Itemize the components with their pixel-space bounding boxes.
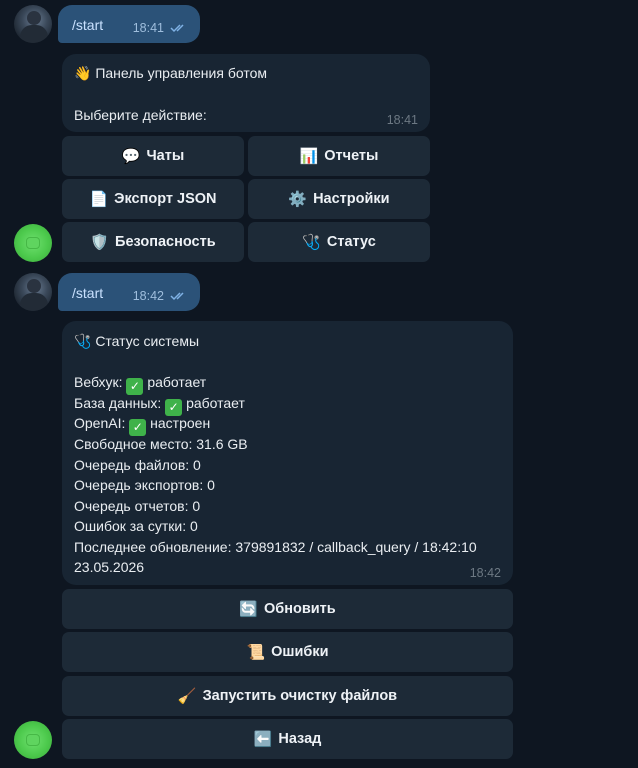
outgoing-message[interactable]: /start 18:42 xyxy=(58,273,200,311)
database-label: База данных: xyxy=(74,395,162,411)
cleanup-files-button[interactable]: 🧹 Запустить очистку файлов xyxy=(62,676,513,716)
database-row: База данных: ✓ работает xyxy=(74,395,245,416)
bot-avatar[interactable] xyxy=(14,224,52,262)
document-icon: 📄 xyxy=(89,191,109,208)
bar-chart-icon: 📊 xyxy=(299,148,319,165)
openai-value: настроен xyxy=(150,415,211,431)
shield-icon: 🛡️ xyxy=(90,234,110,251)
bot-avatar[interactable] xyxy=(14,721,52,759)
command-text[interactable]: /start xyxy=(72,285,103,301)
webhook-label: Вебхук: xyxy=(74,374,123,390)
refresh-button[interactable]: 🔄 Обновить xyxy=(62,589,513,629)
message-time: 18:41 xyxy=(132,21,164,35)
bot-panel-message: 👋 Панель управления ботом Выберите дейст… xyxy=(62,54,430,132)
last-update: Последнее обновление: 379891832 / callba… xyxy=(74,539,477,555)
button-label: Ошибки xyxy=(271,644,329,660)
button-label: Экспорт JSON xyxy=(114,191,217,207)
avatar-body xyxy=(20,293,48,311)
refresh-icon: 🔄 xyxy=(239,601,258,618)
button-label: Настройки xyxy=(313,191,390,207)
status-button[interactable]: 🩺 Статус xyxy=(248,222,430,262)
webhook-row: Вебхук: ✓ работает xyxy=(74,374,206,395)
message-time: 18:42 xyxy=(469,566,501,580)
bot-avatar-mark xyxy=(26,237,40,249)
back-button[interactable]: ⬅️ Назад xyxy=(62,719,513,759)
double-check-icon xyxy=(170,24,184,33)
bot-avatar-mark xyxy=(26,734,40,746)
avatar-head xyxy=(27,11,41,25)
reports-button[interactable]: 📊 Отчеты xyxy=(248,136,430,176)
check-icon: ✓ xyxy=(129,419,147,436)
webhook-value: работает xyxy=(147,374,207,390)
outgoing-message[interactable]: /start 18:41 xyxy=(58,5,200,43)
last-update-date: 23.05.2026 xyxy=(74,559,145,575)
report-queue: Очередь отчетов: 0 xyxy=(74,498,201,514)
button-label: Запустить очистку файлов xyxy=(202,688,398,704)
speech-bubble-icon: 💬 xyxy=(121,148,141,165)
scroll-icon: 📜 xyxy=(246,644,266,661)
stethoscope-icon: 🩺 xyxy=(302,234,321,251)
export-json-button[interactable]: 📄 Экспорт JSON xyxy=(62,179,244,219)
user-avatar[interactable] xyxy=(14,273,52,311)
security-button[interactable]: 🛡️ Безопасность xyxy=(62,222,244,262)
status-message: 🩺 Статус системы Вебхук: ✓ работает База… xyxy=(62,321,513,585)
avatar-head xyxy=(27,279,41,293)
openai-label: OpenAI: xyxy=(74,415,126,431)
message-time: 18:42 xyxy=(132,289,164,303)
button-label: Чаты xyxy=(146,148,185,164)
settings-button[interactable]: ⚙️ Настройки xyxy=(248,179,430,219)
button-label: Обновить xyxy=(263,601,336,617)
user-avatar[interactable] xyxy=(14,5,52,43)
command-text[interactable]: /start xyxy=(72,17,103,33)
errors-per-day: Ошибок за сутки: 0 xyxy=(74,518,198,534)
panel-title: 👋 Панель управления ботом xyxy=(74,65,267,81)
message-time: 18:41 xyxy=(386,113,418,127)
double-check-icon xyxy=(170,292,184,301)
openai-row: OpenAI: ✓ настроен xyxy=(74,415,210,436)
export-queue: Очередь экспортов: 0 xyxy=(74,477,215,493)
free-space: Свободное место: 31.6 GB xyxy=(74,436,248,452)
errors-button[interactable]: 📜 Ошибки xyxy=(62,632,513,672)
button-label: Статус xyxy=(326,234,376,250)
broom-icon: 🧹 xyxy=(177,688,197,705)
button-label: Отчеты xyxy=(324,148,379,164)
gear-icon: ⚙️ xyxy=(288,191,308,208)
chats-button[interactable]: 💬 Чаты xyxy=(62,136,244,176)
avatar-body xyxy=(20,25,48,43)
check-icon: ✓ xyxy=(126,378,144,395)
file-queue: Очередь файлов: 0 xyxy=(74,457,201,473)
check-icon: ✓ xyxy=(165,399,183,416)
status-title: 🩺 Статус системы xyxy=(74,333,200,349)
button-label: Назад xyxy=(278,731,322,747)
back-arrow-icon: ⬅️ xyxy=(253,731,273,748)
database-value: работает xyxy=(186,395,245,411)
button-label: Безопасность xyxy=(115,234,216,250)
panel-prompt: Выберите действие: xyxy=(74,107,207,123)
